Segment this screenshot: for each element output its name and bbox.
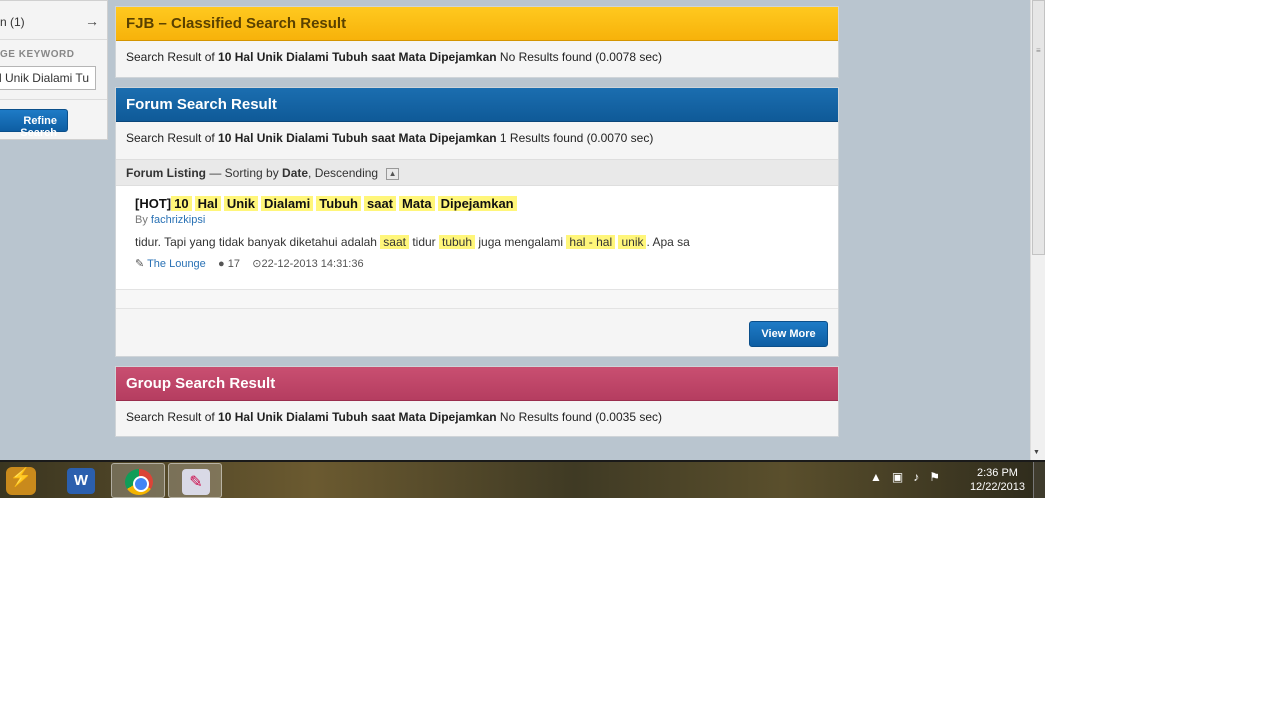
search-query: 10 Hal Unik Dialami Tubuh saat Mata Dipe… (218, 50, 497, 64)
paint-icon: ✎ (182, 469, 210, 495)
summary-prefix: Search Result of (126, 131, 219, 145)
clock-time: 2:36 PM (976, 467, 1018, 479)
clock[interactable]: 2:36 PM 12/22/2013 (970, 466, 1025, 494)
taskbar: ⚡ W ✎ ▲ ▣ ♪ ⚑ 2:36 PM 12/22/2013 (0, 460, 1045, 498)
by-label: By (135, 214, 151, 226)
reply-count: 17 (227, 258, 240, 270)
vertical-scrollbar[interactable]: ≡ ▼ (1030, 0, 1045, 460)
keyword-label: GE KEYWORD (0, 49, 75, 60)
summary-prefix: Search Result of (126, 50, 219, 64)
title-word: 10 (171, 196, 192, 211)
title-word: Dipejamkan (437, 196, 517, 211)
list-item: [HOT] 10 Hal Unik Dialami Tubuh saat Mata Dipeja… (116, 186, 838, 290)
divider (0, 99, 107, 100)
fjb-panel: FJB – Classified Search Result Search Re… (115, 6, 839, 78)
keyword-input[interactable]: al Unik Dialami Tu (0, 66, 96, 90)
taskbar-chrome[interactable] (111, 463, 165, 498)
result-status: No Results found (0.0035 sec) (496, 410, 662, 424)
snippet-text: tidur. Tapi yang tidak banyak diketahui … (135, 235, 381, 249)
result-status: No Results found (0.0078 sec) (496, 50, 662, 64)
sort-order: , Descending (308, 166, 379, 180)
title-word: Hal (194, 196, 221, 211)
divider (116, 290, 838, 309)
fjb-title: FJB – Classified Search Result (116, 7, 838, 41)
group-panel: Group Search Result Search Result of 10 … (115, 366, 839, 437)
start-button[interactable]: ⚡ (0, 463, 54, 498)
show-desktop-button[interactable] (1033, 462, 1045, 498)
forum-summary: Search Result of 10 Hal Unik Dialami Tub… (116, 122, 838, 156)
tag-icon: ✎ (135, 258, 145, 270)
title-word: saat (363, 196, 397, 211)
network-icon[interactable]: ▣ (892, 470, 903, 484)
thread-author: By fachrizkipsi (135, 214, 205, 226)
system-tray: ▲ ▣ ♪ ⚑ (870, 470, 950, 484)
forum-listing-bar: Forum Listing — Sorting by Date, Descend… (116, 159, 838, 186)
flag-icon[interactable]: ⚑ (929, 470, 940, 484)
author-link[interactable]: fachrizkipsi (151, 214, 205, 226)
refine-sidebar: n (1) → GE KEYWORD al Unik Dialami Tu Re… (0, 0, 108, 140)
word-icon: W (67, 468, 95, 494)
title-word: Unik (223, 196, 258, 211)
thread-snippet: tidur. Tapi yang tidak banyak diketahui … (135, 235, 690, 249)
snippet-text: tidur (408, 235, 439, 249)
snippet-text: juga mengalami (475, 235, 567, 249)
tray-expand-icon[interactable]: ▲ (870, 470, 882, 484)
thread-title-link[interactable]: [HOT] 10 Hal Unik Dialami Tubuh saat Mata Dipeja… (135, 196, 520, 211)
thread-meta: ✎ The Lounge ● 17 ⊙22-12-2013 14:31:36 (135, 257, 364, 270)
snippet-highlight: tubuh (439, 235, 476, 249)
taskbar-word[interactable]: W (54, 463, 108, 498)
grip-icon: ≡ (1036, 46, 1041, 55)
group-summary: Search Result of 10 Hal Unik Dialami Tub… (116, 401, 838, 435)
snippet-highlight: hal - hal (566, 235, 616, 249)
clock-date: 12/22/2013 (969, 481, 1025, 493)
post-date: 22-12-2013 14:31:36 (261, 258, 364, 270)
comment-icon: ● (218, 258, 225, 270)
title-word: Dialami (260, 196, 314, 211)
listing-label: Forum Listing (126, 166, 206, 180)
divider (0, 39, 107, 40)
scroll-down-icon[interactable]: ▼ (1033, 449, 1040, 456)
summary-prefix: Search Result of (126, 410, 219, 424)
hot-tag: [HOT] (135, 196, 172, 211)
taskbar-paint[interactable]: ✎ (168, 463, 222, 498)
forum-title: Forum Search Result (116, 88, 838, 122)
arrow-right-icon[interactable]: → (85, 13, 99, 29)
search-query: 10 Hal Unik Dialami Tubuh saat Mata Dipe… (218, 131, 497, 145)
sort-text: — Sorting by (206, 166, 283, 180)
collapse-icon[interactable]: ▲ (386, 168, 400, 180)
snippet-highlight: saat (380, 235, 409, 249)
view-more-button[interactable]: View More (749, 321, 828, 347)
sort-field: Date (282, 166, 309, 180)
group-title: Group Search Result (116, 367, 838, 401)
volume-icon[interactable]: ♪ (913, 470, 919, 484)
browser-page: n (1) → GE KEYWORD al Unik Dialami Tu Re… (0, 0, 1030, 460)
screen: n (1) → GE KEYWORD al Unik Dialami Tu Re… (0, 0, 1045, 498)
scrollbar-thumb[interactable]: ≡ (1032, 0, 1045, 255)
search-query: 10 Hal Unik Dialami Tubuh saat Mata Dipe… (218, 410, 497, 424)
chrome-icon (125, 469, 153, 495)
fjb-summary: Search Result of 10 Hal Unik Dialami Tub… (116, 41, 838, 75)
refine-search-button[interactable]: Refine Search (0, 109, 68, 139)
forum-link[interactable]: The Lounge (147, 258, 206, 270)
snippet-text: . Apa sa (646, 235, 690, 249)
title-word: Tubuh (316, 196, 361, 211)
forum-panel: Forum Search Result Search Result of 10 … (115, 87, 839, 357)
snippet-highlight: unik (618, 235, 647, 249)
start-icon: ⚡ (6, 467, 36, 495)
result-status: 1 Results found (0.0070 sec) (496, 131, 654, 145)
title-word: Mata (399, 196, 435, 211)
